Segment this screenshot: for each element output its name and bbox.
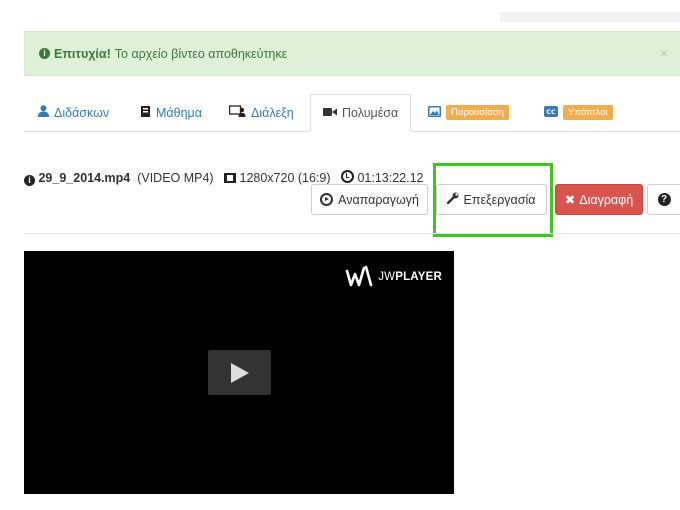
presenter-icon — [228, 105, 246, 120]
alert-message: Το αρχείο βίντεο αποθηκεύτηκε — [114, 46, 288, 61]
close-alert-button[interactable]: × — [660, 45, 668, 61]
delete-button[interactable]: ✖ Διαγραφή — [555, 184, 643, 215]
tab-multimedia[interactable]: Πολυμέσα — [310, 94, 412, 132]
tab-subtitles[interactable]: CC Υπότιτλοι — [544, 94, 613, 131]
jwplayer-logo: JW PLAYER — [345, 265, 442, 289]
tab-label: Μάθημα — [156, 105, 202, 120]
file-type: (VIDEO MP4) — [137, 171, 214, 185]
tab-label: Διάλεξη — [251, 105, 294, 120]
question-icon: ? — [657, 193, 671, 206]
divider — [24, 233, 680, 234]
edit-button[interactable]: Επεξεργασία — [436, 184, 547, 215]
help-button[interactable]: ? — [647, 184, 680, 215]
file-name: 29_9_2014.mp4 — [38, 171, 131, 185]
wrench-icon — [447, 192, 459, 207]
tab-label: Πολυμέσα — [342, 106, 399, 120]
user-icon — [38, 105, 49, 120]
clock-icon — [340, 170, 354, 183]
book-icon — [140, 105, 151, 121]
cc-icon: CC — [544, 105, 558, 120]
play-triangle-icon — [230, 362, 249, 383]
top-bar-fragment — [500, 12, 680, 22]
play-circle-icon — [320, 193, 334, 206]
video-camera-icon — [323, 106, 337, 120]
delete-button-label: Διαγραφή — [579, 192, 634, 207]
jwplayer-mark-icon — [345, 265, 373, 287]
picture-icon — [428, 105, 441, 120]
tab-presentation[interactable]: Παρουσίαση — [428, 94, 509, 131]
svg-text:CC: CC — [546, 108, 556, 116]
tab-badge-label: Υπότιτλοι — [563, 105, 613, 120]
tab-lecture[interactable]: Διάλεξη — [228, 94, 294, 131]
video-player[interactable]: JW PLAYER — [24, 251, 454, 494]
file-duration: 01:13:22.12 — [357, 171, 424, 185]
brand-light: JW — [378, 271, 396, 283]
video-play-button[interactable] — [208, 350, 271, 395]
success-alert: i Επιτυχία! Το αρχείο βίντεο αποθηκεύτηκ… — [24, 31, 680, 76]
film-icon — [224, 173, 237, 183]
tab-badge-label: Παρουσίαση — [446, 105, 509, 120]
x-icon: ✖ — [564, 193, 576, 207]
play-button[interactable]: Αναπαραγωγή — [311, 184, 428, 215]
play-button-label: Αναπαραγωγή — [338, 192, 419, 207]
file-resolution: 1280x720 (16:9) — [239, 171, 331, 185]
brand-bold: PLAYER — [395, 271, 442, 283]
tab-instructor[interactable]: Διδάσκων — [38, 94, 109, 131]
tab-label: Διδάσκων — [54, 105, 110, 120]
tab-course[interactable]: Μάθημα — [140, 94, 202, 131]
tab-bar: Διδάσκων Μάθημα Διάλεξη Πολυμέσα Παρουσί… — [24, 94, 680, 132]
alert-title: Επιτυχία! — [54, 46, 111, 61]
edit-button-label: Επεξεργασία — [463, 192, 536, 207]
info-icon: i — [24, 175, 35, 186]
info-icon: i — [39, 48, 50, 59]
